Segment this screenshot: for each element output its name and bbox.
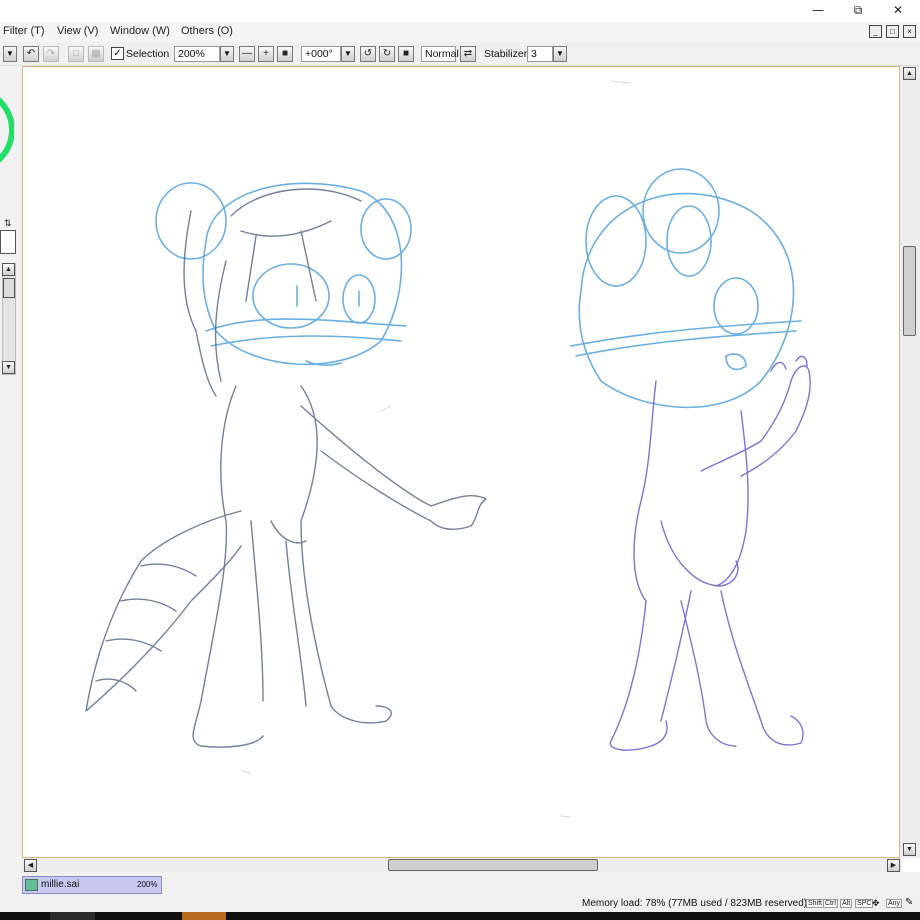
menu-others[interactable]: Others (O) xyxy=(181,25,233,37)
zoom-field[interactable]: 200% xyxy=(174,46,220,62)
undo-icon[interactable]: ↶ xyxy=(23,46,39,62)
move-icon: ✥ xyxy=(872,898,880,908)
file-thumbnail-icon xyxy=(25,879,38,891)
mdi-minimize-icon[interactable]: _ xyxy=(869,25,882,38)
scroll-up-icon[interactable]: ▲ xyxy=(903,67,916,80)
horizontal-scroll-thumb[interactable] xyxy=(388,859,598,871)
pen-icon: ✎ xyxy=(905,897,914,908)
zoom-reset-icon[interactable]: ■ xyxy=(277,46,293,62)
space-key-indicator: SPC xyxy=(855,899,874,908)
sketch-artwork xyxy=(85,80,811,818)
any-key-indicator: Any xyxy=(886,899,903,908)
status-bar: Memory load: 78% (77MB used / 823MB rese… xyxy=(0,896,920,912)
file-name: millie.sai xyxy=(41,879,80,890)
left-panel: ⇅ ▲ ▼ xyxy=(0,66,22,876)
rotation-field[interactable]: +000° xyxy=(301,46,341,62)
rotate-reset-icon[interactable]: ■ xyxy=(398,46,414,62)
rotate-ccw-icon[interactable]: ↺ xyxy=(360,46,376,62)
toolbar: ▼ ↶ ↷ □ ▦ ✓ Selection 200% ▼ — + ■ +000°… xyxy=(0,42,920,66)
stabilizer-dropdown[interactable]: ▼ xyxy=(553,46,567,62)
swap-colors-icon[interactable]: ⇅ xyxy=(4,218,12,229)
horizontal-scrollbar[interactable]: ◀ ▶ xyxy=(22,858,902,872)
menu-filter[interactable]: Filter (T) xyxy=(3,25,45,37)
vertical-scroll-thumb[interactable] xyxy=(903,246,916,336)
deselect-icon[interactable]: □ xyxy=(68,46,84,62)
blend-mode-field[interactable]: Normal xyxy=(421,46,459,62)
stabilizer-label: Stabilizer xyxy=(484,48,528,60)
vertical-scrollbar[interactable]: ▲ ▼ xyxy=(900,66,920,858)
invert-selection-icon[interactable]: ▦ xyxy=(88,46,104,62)
mdi-restore-icon[interactable]: □ xyxy=(886,25,899,38)
rotation-dropdown[interactable]: ▼ xyxy=(341,46,355,62)
menu-view[interactable]: View (V) xyxy=(57,25,98,37)
side-scroll-up-icon[interactable]: ▲ xyxy=(2,263,15,276)
memory-load-text: Memory load: 78% (77MB used / 823MB rese… xyxy=(582,898,808,909)
flip-horizontal-icon[interactable]: ⇄ xyxy=(460,46,476,62)
side-scroll-down-icon[interactable]: ▼ xyxy=(2,361,15,374)
alt-key-indicator: Alt xyxy=(840,899,853,908)
file-zoom: 200% xyxy=(137,880,158,889)
zoom-out-icon[interactable]: — xyxy=(239,46,255,62)
toolbar-menu-dropdown[interactable]: ▼ xyxy=(3,46,17,62)
selection-label: Selection xyxy=(126,48,170,60)
ctrl-key-indicator: Ctrl xyxy=(823,899,838,908)
color-swatch[interactable] xyxy=(0,230,16,254)
taskbar-item[interactable] xyxy=(50,912,95,920)
close-icon[interactable]: ✕ xyxy=(878,0,918,20)
title-bar: — ⧉ ✕ xyxy=(0,0,920,22)
drawing-canvas[interactable] xyxy=(22,66,900,858)
minimize-icon[interactable]: — xyxy=(798,0,838,20)
menu-window[interactable]: Window (W) xyxy=(110,25,170,37)
menu-bar: Filter (T) View (V) Window (W) Others (O… xyxy=(0,22,920,42)
zoom-dropdown[interactable]: ▼ xyxy=(220,46,234,62)
shift-key-indicator: Shift xyxy=(806,899,825,908)
scroll-down-icon[interactable]: ▼ xyxy=(903,843,916,856)
zoom-in-icon[interactable]: + xyxy=(258,46,274,62)
restore-icon[interactable]: ⧉ xyxy=(838,0,878,20)
file-tab[interactable]: millie.sai 200% xyxy=(22,876,162,894)
color-wheel[interactable] xyxy=(0,88,14,188)
side-scroll-thumb[interactable] xyxy=(3,278,15,298)
mdi-close-icon[interactable]: × xyxy=(903,25,916,38)
redo-icon[interactable]: ↷ xyxy=(43,46,59,62)
scroll-right-icon[interactable]: ▶ xyxy=(887,859,900,872)
stabilizer-field[interactable]: 3 xyxy=(527,46,553,62)
rotate-cw-icon[interactable]: ↻ xyxy=(379,46,395,62)
selection-checkbox[interactable]: ✓ xyxy=(111,47,124,60)
scroll-left-icon[interactable]: ◀ xyxy=(24,859,37,872)
taskbar-item-active[interactable] xyxy=(182,912,226,920)
taskbar xyxy=(0,912,920,920)
